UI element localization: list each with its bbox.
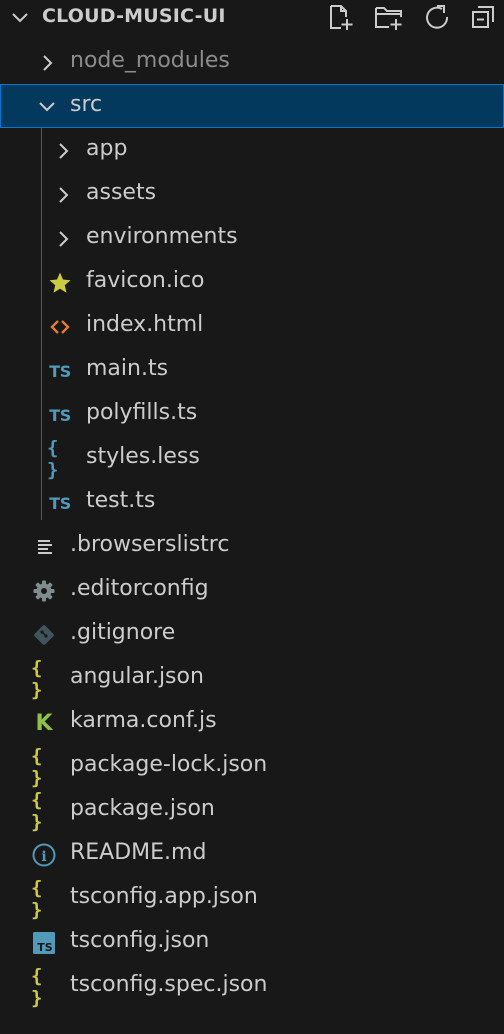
tree-item-polyfills-ts[interactable]: TS polyfills.ts <box>0 392 504 436</box>
tree-item-readme[interactable]: i README.md <box>0 832 504 876</box>
tree-item-label: styles.less <box>86 444 200 469</box>
tree-item-tsconfig-json[interactable]: TS tsconfig.json <box>0 920 504 964</box>
lines-icon <box>32 534 58 560</box>
gear-icon <box>31 578 57 604</box>
json-braces-icon: { } <box>31 789 42 833</box>
braces-icon: { } <box>47 437 58 481</box>
chevron-right-icon <box>50 138 76 164</box>
tree-item-gitignore[interactable]: .gitignore <box>0 612 504 656</box>
tree-item-label: karma.conf.js <box>70 708 217 733</box>
new-file-icon[interactable] <box>326 2 356 32</box>
tree-item-label: node_modules <box>70 48 230 73</box>
tree-item-label: tsconfig.app.json <box>70 884 258 909</box>
tree-item-test-ts[interactable]: TS test.ts <box>0 480 504 524</box>
tree-item-label: angular.json <box>70 664 204 689</box>
refresh-icon[interactable] <box>422 2 452 32</box>
tsconfig-icon-glyph: TS <box>37 941 53 954</box>
typescript-icon: TS <box>49 361 71 381</box>
json-braces-icon: { } <box>31 965 42 1009</box>
tree-item-package-lock-json[interactable]: { } package-lock.json <box>0 744 504 789</box>
tree-item-label: README.md <box>70 840 207 865</box>
chevron-down-icon[interactable] <box>10 8 30 28</box>
tree-item-app[interactable]: app <box>0 128 504 172</box>
typescript-icon: TS <box>49 405 71 425</box>
tree-item-label: package-lock.json <box>70 752 268 777</box>
tree-item-label: app <box>86 136 128 161</box>
chevron-right-icon <box>34 50 60 76</box>
chevron-right-icon <box>50 226 76 252</box>
tree-item-label: tsconfig.json <box>70 928 210 953</box>
collapse-all-icon[interactable] <box>468 2 498 32</box>
tree-item-editorconfig[interactable]: .editorconfig <box>0 568 504 612</box>
tree-item-angular-json[interactable]: { } angular.json <box>0 656 504 701</box>
tree-item-label: index.html <box>86 312 204 337</box>
tree-item-label: assets <box>86 180 157 205</box>
tree-item-src[interactable]: src <box>0 84 504 128</box>
tree-item-node-modules[interactable]: node_modules <box>0 40 504 84</box>
tree-item-label: test.ts <box>86 488 156 513</box>
tree-item-label: .browserslistrc <box>70 532 230 557</box>
tree-item-label: environments <box>86 224 238 249</box>
tree-item-main-ts[interactable]: TS main.ts <box>0 348 504 392</box>
tsconfig-icon: TS <box>31 930 57 956</box>
tree-item-package-json[interactable]: { } package.json <box>0 788 504 833</box>
tree-item-tsconfig-app-json[interactable]: { } tsconfig.app.json <box>0 876 504 921</box>
json-braces-icon: { } <box>31 877 42 921</box>
html-code-icon <box>47 314 73 340</box>
json-braces-icon: { } <box>31 657 42 701</box>
tree-item-tsconfig-spec-json[interactable]: { } tsconfig.spec.json <box>0 964 504 1009</box>
typescript-icon: TS <box>49 493 71 513</box>
new-folder-icon[interactable] <box>374 2 404 32</box>
tree-item-label: tsconfig.spec.json <box>70 972 268 997</box>
explorer-header: CLOUD-MUSIC-UI <box>0 0 504 36</box>
tree-item-label: polyfills.ts <box>86 400 198 425</box>
project-title[interactable]: CLOUD-MUSIC-UI <box>42 5 226 27</box>
tree-item-browserslistrc[interactable]: .browserslistrc <box>0 524 504 568</box>
tree-item-environments[interactable]: environments <box>0 216 504 260</box>
tree-item-label: main.ts <box>86 356 169 381</box>
tree-item-label: src <box>70 92 103 117</box>
karma-icon: K <box>35 710 53 736</box>
tree-item-index-html[interactable]: index.html <box>0 304 504 348</box>
tree-item-styles-less[interactable]: { } styles.less <box>0 436 504 481</box>
chevron-right-icon <box>50 182 76 208</box>
tree-item-assets[interactable]: assets <box>0 172 504 216</box>
chevron-down-icon <box>34 94 60 120</box>
git-icon <box>31 622 57 648</box>
info-icon-glyph: i <box>41 849 46 865</box>
tree-item-karma-conf[interactable]: K karma.conf.js <box>0 700 504 744</box>
json-braces-icon: { } <box>31 745 42 789</box>
tree-item-label: .editorconfig <box>70 576 209 601</box>
tree-item-favicon[interactable]: favicon.ico <box>0 260 504 304</box>
tree-item-label: favicon.ico <box>86 268 205 293</box>
star-icon <box>47 270 73 296</box>
info-icon: i <box>31 842 57 868</box>
tree-item-label: package.json <box>70 796 215 821</box>
tree-item-label: .gitignore <box>70 620 176 645</box>
